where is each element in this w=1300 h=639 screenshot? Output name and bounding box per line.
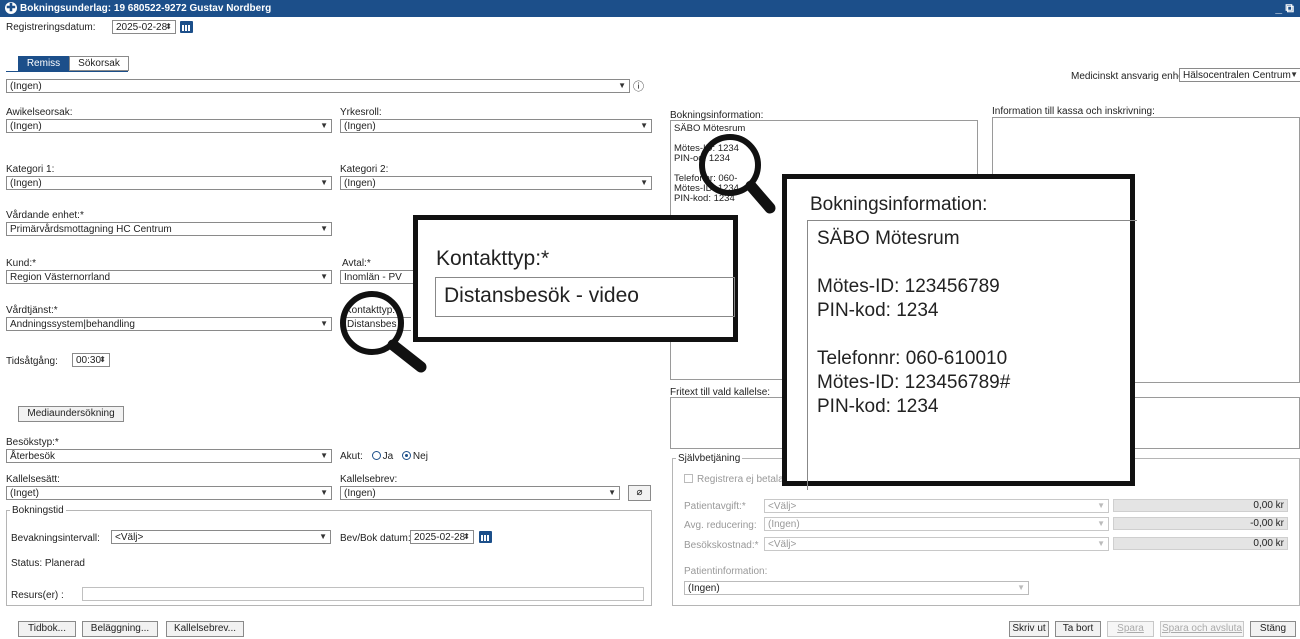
avtal-label: Avtal:*: [342, 258, 371, 269]
registrera-checkbox[interactable]: [684, 474, 693, 483]
tab-sokorsak[interactable]: Sökorsak: [69, 56, 129, 71]
spara-och-avsluta-button[interactable]: Spara och avsluta: [1160, 621, 1244, 637]
avvikelseorsak-select[interactable]: (Ingen) ▼: [6, 119, 332, 133]
kund-label: Kund:*: [6, 258, 37, 269]
skriv-ut-button[interactable]: Skriv ut: [1009, 621, 1049, 637]
status-text: Status: Planerad: [11, 558, 85, 569]
resurs-label: Resurs(er) :: [11, 590, 64, 601]
kategori2-label: Kategori 2:: [340, 164, 389, 175]
zoom-bokningsinfo-label: Bokningsinformation:: [810, 194, 988, 215]
bokningstid-legend: Bokningstid: [10, 505, 66, 516]
magnifier-icon: [699, 134, 776, 214]
akut-label: Akut:: [340, 451, 363, 462]
zoom-callout-bokningsinformation: Bokningsinformation: SÄBO Mötesrum Mötes…: [782, 174, 1137, 490]
remiss-select[interactable]: (Ingen) ▼: [6, 79, 630, 93]
kallelsebrev-button[interactable]: Kallelsebrev...: [166, 621, 244, 637]
mediaundersokning-button[interactable]: Mediaundersökning: [18, 406, 124, 422]
yrkesroll-select[interactable]: (Ingen) ▼: [340, 119, 652, 133]
magnifier-icon: [340, 291, 427, 373]
kallelsesatt-label: Kallelsesätt:: [6, 474, 60, 485]
patientinformation-select[interactable]: (Ingen) ▼: [684, 581, 1029, 595]
tab-underline: [6, 71, 128, 72]
tidbok-button[interactable]: Tidbok...: [18, 621, 76, 637]
registrera-label: Registrera ej betala: [697, 474, 784, 485]
window-title: Bokningsunderlag: 19 680522-9272 Gustav …: [20, 3, 272, 14]
info-icon[interactable]: ⓘ: [633, 78, 644, 94]
spara-button[interactable]: Spara: [1107, 621, 1154, 637]
avg-reducering-select[interactable]: (Ingen) ▼: [764, 517, 1109, 531]
kallelsebrev-label: Kallelsebrev:: [340, 474, 398, 485]
zoom-callout-kontakttyp: Kontakttyp:* Distansbesök - video: [413, 215, 738, 342]
bevakning-label: Bevakningsintervall:: [11, 533, 100, 544]
medicinskt-label: Medicinskt ansvarig enhet*:: [1071, 71, 1194, 82]
zoom-kontakttyp-value: Distansbesök - video: [435, 277, 735, 317]
app-icon: ✚: [5, 2, 17, 14]
avg-reducering-label: Avg. reducering:: [684, 520, 757, 531]
besokstyp-select[interactable]: Återbesök ▼: [6, 449, 332, 463]
akut-ja-label: Ja: [382, 451, 394, 462]
besokskostnad-amount: 0,00 kr: [1113, 537, 1288, 550]
stang-button[interactable]: Stäng: [1250, 621, 1296, 637]
patientavgift-select[interactable]: <Välj> ▼: [764, 499, 1109, 513]
medicinskt-select[interactable]: Hälsocentralen Centrum ▼: [1179, 68, 1300, 82]
calendar-icon[interactable]: [180, 21, 193, 33]
calendar-icon[interactable]: [479, 531, 492, 543]
registrera-checkbox-row[interactable]: Registrera ej betala: [684, 474, 784, 485]
patientavgift-label: Patientavgift:*: [684, 501, 746, 512]
bevakning-select[interactable]: <Välj> ▼: [111, 530, 331, 544]
spinner-icon[interactable]: ⬍: [165, 22, 172, 31]
vardtjanst-select[interactable]: Andningssystem|behandling ▼: [6, 317, 332, 331]
kallelsebrev-select[interactable]: (Ingen) ▼: [340, 486, 620, 500]
bevbok-field[interactable]: 2025-02-28 ⬍: [410, 530, 474, 544]
besokstyp-label: Besökstyp:*: [6, 437, 59, 448]
patientinformation-label: Patientinformation:: [684, 566, 768, 577]
belaggning-button[interactable]: Beläggning...: [82, 621, 158, 637]
yrkesroll-label: Yrkesroll:: [340, 107, 382, 118]
tab-remiss[interactable]: Remiss: [18, 56, 69, 71]
avg-reducering-amount: -0,00 kr: [1113, 517, 1288, 530]
kallelsesatt-select[interactable]: (Inget) ▼: [6, 486, 332, 500]
zoom-bokningsinfo-text: SÄBO Mötesrum Mötes-ID: 123456789 PIN-ko…: [807, 220, 1137, 490]
attachment-icon[interactable]: ⌀: [628, 485, 651, 501]
sjalvbetjaning-legend: Självbetjäning: [676, 453, 743, 464]
patientavgift-amount: 0,00 kr: [1113, 499, 1288, 512]
akut-ja-radio[interactable]: [371, 451, 381, 460]
kategori1-label: Kategori 1:: [6, 164, 55, 175]
tidsatgang-label: Tidsåtgång:: [6, 356, 58, 367]
registreringsdatum-field[interactable]: 2025-02-28 ⬍: [112, 20, 176, 34]
info-kassa-label: Information till kassa och inskrivning:: [992, 106, 1155, 117]
zoom-kontakttyp-label: Kontakttyp:*: [436, 247, 550, 270]
tidsatgang-field[interactable]: 00:30 ⬍: [72, 353, 110, 367]
resurs-field[interactable]: [82, 587, 644, 601]
vardtjanst-label: Vårdtjänst:*: [6, 305, 58, 316]
window-titlebar: ✚ Bokningsunderlag: 19 680522-9272 Gusta…: [0, 0, 1300, 17]
akut-group: Akut: Ja Nej: [340, 451, 428, 462]
registreringsdatum-label: Registreringsdatum:: [6, 22, 96, 33]
akut-nej-label: Nej: [412, 451, 428, 462]
vardande-label: Vårdande enhet:*: [6, 210, 84, 221]
besokskostnad-label: Besökskostnad:*: [684, 540, 759, 551]
kategori2-select[interactable]: (Ingen) ▼: [340, 176, 652, 190]
kund-select[interactable]: Region Västernorrland ▼: [6, 270, 332, 284]
kategori1-select[interactable]: (Ingen) ▼: [6, 176, 332, 190]
avvikelseorsak-label: Awikelseorsak:: [6, 107, 73, 118]
akut-nej-radio[interactable]: [401, 451, 411, 460]
besokskostnad-select[interactable]: <Välj> ▼: [764, 537, 1109, 551]
vardande-select[interactable]: Primärvårdsmottagning HC Centrum ▼: [6, 222, 332, 236]
bevbok-label: Bev/Bok datum:*: [340, 533, 415, 544]
ta-bort-button[interactable]: Ta bort: [1055, 621, 1101, 637]
window-controls[interactable]: _ ⧉: [1275, 1, 1294, 16]
